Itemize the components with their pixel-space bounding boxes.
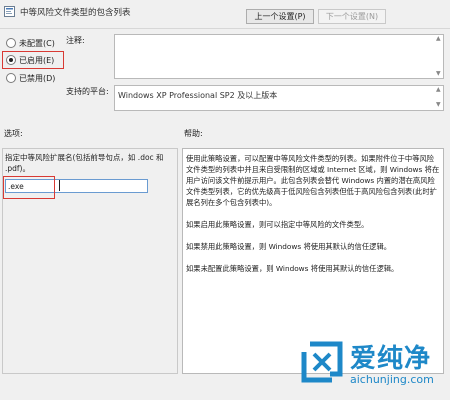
- radio-enabled-label[interactable]: 已启用(E): [19, 55, 54, 66]
- help-paragraph: 如果未配置此策略设置，则 Windows 将使用其默认的信任逻辑。: [186, 264, 399, 273]
- help-text: 使用此策略设置，可以配置中等风险文件类型的列表。如果附件位于中等风险文件类型的列…: [186, 153, 440, 274]
- previous-setting-button[interactable]: 上一个设置(P): [246, 9, 314, 24]
- supported-platforms-value: Windows XP Professional SP2 及以上版本: [118, 91, 278, 100]
- extension-highlight: [3, 176, 55, 199]
- comment-scroll-up-icon[interactable]: ▲: [436, 35, 441, 43]
- text-cursor-icon: [59, 180, 60, 191]
- platforms-scroll-up-icon[interactable]: ▲: [436, 86, 441, 94]
- help-paragraph: 如果启用此策略设置，则可以指定中等风险的文件类型。: [186, 220, 369, 229]
- policy-settings-icon: [4, 6, 15, 17]
- supported-platforms-field: Windows XP Professional SP2 及以上版本: [114, 85, 444, 111]
- radio-not-configured-label[interactable]: 未配置(C): [19, 38, 55, 49]
- header-divider: [0, 28, 450, 29]
- radio-enabled[interactable]: [6, 55, 16, 65]
- supported-platforms-label: 支持的平台:: [66, 87, 109, 96]
- platforms-scroll-down-icon[interactable]: ▼: [436, 101, 441, 109]
- help-paragraph: 如果禁用此策略设置，则 Windows 将使用其默认的信任逻辑。: [186, 242, 392, 251]
- radio-not-configured[interactable]: [6, 38, 16, 48]
- comment-label: 注释:: [66, 36, 85, 45]
- options-header: 选项:: [4, 129, 23, 138]
- help-paragraph: 使用此策略设置，可以配置中等风险文件类型的列表。如果附件位于中等风险文件类型的列…: [186, 154, 440, 207]
- watermark-brand: 爱纯净: [350, 344, 432, 374]
- comment-scroll-down-icon[interactable]: ▼: [436, 70, 441, 78]
- watermark-url: aichunjing.com: [350, 373, 434, 386]
- radio-disabled-label[interactable]: 已禁用(D): [19, 73, 55, 84]
- options-description: 指定中等风险扩展名(包括前导句点，如 .doc 和 .pdf)。: [5, 153, 164, 173]
- radio-disabled[interactable]: [6, 73, 16, 83]
- window-title: 中等风险文件类型的包含列表: [20, 8, 131, 18]
- pure-logo-icon: [300, 340, 344, 384]
- next-setting-button[interactable]: 下一个设置(N): [318, 9, 386, 24]
- help-header: 帮助:: [184, 129, 203, 138]
- comment-field[interactable]: [114, 34, 444, 79]
